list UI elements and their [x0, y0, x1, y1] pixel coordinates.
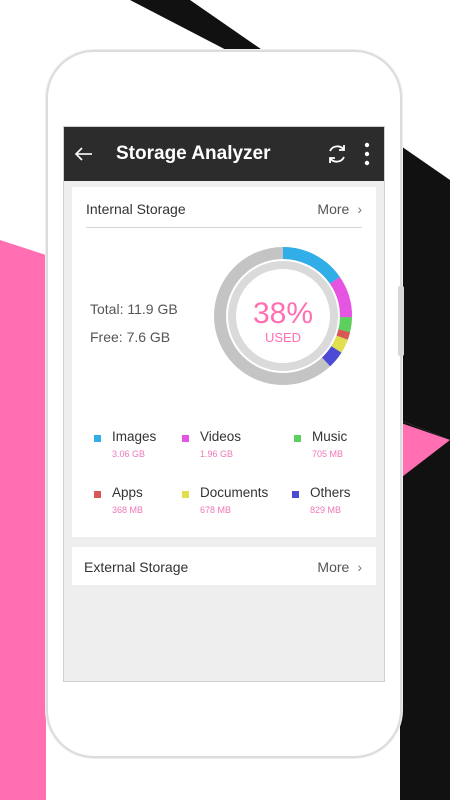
- pink-shape-left: [0, 240, 46, 800]
- phone-side-button: [398, 286, 404, 356]
- refresh-icon[interactable]: [324, 141, 350, 167]
- back-arrow-icon[interactable]: [72, 142, 96, 166]
- videos-color-marker: [182, 435, 189, 442]
- free-storage: Free: 7.6 GB: [90, 329, 171, 345]
- apps-color-marker: [94, 491, 101, 498]
- donut-segment-documents: [331, 335, 348, 353]
- donut-segment-others: [321, 346, 342, 367]
- black-stripe-right: [400, 420, 450, 800]
- internal-storage-card: Internal Storage More › Total: 11.9 GB Fr…: [72, 187, 376, 537]
- external-storage-title: External Storage: [84, 559, 189, 575]
- donut-segment-music: [338, 316, 352, 333]
- toolbar: Storage Analyzer: [64, 127, 384, 181]
- legend-size: 678 MB: [200, 505, 232, 515]
- chevron-right-icon: ›: [357, 559, 362, 575]
- others-color-marker: [292, 491, 299, 498]
- legend-label: Music: [312, 429, 348, 444]
- internal-storage-title: Internal Storage: [86, 201, 186, 217]
- legend-label: Images: [112, 429, 157, 444]
- internal-more-button[interactable]: More ›: [317, 201, 362, 217]
- internal-more-label: More: [317, 201, 350, 217]
- external-storage-card[interactable]: External Storage More ›: [72, 547, 376, 585]
- documents-color-marker: [182, 491, 189, 498]
- used-percent: 38%: [253, 297, 313, 330]
- legend-size: 368 MB: [112, 505, 144, 515]
- usage-donut-chart: 38% USED: [214, 247, 352, 385]
- external-more-button[interactable]: More ›: [317, 559, 362, 575]
- more-vertical-icon[interactable]: [360, 141, 374, 167]
- external-more-label: More: [317, 559, 350, 575]
- legend-size: 829 MB: [310, 505, 342, 515]
- legend-size: 1.96 GB: [200, 449, 234, 459]
- chevron-right-icon: ›: [357, 201, 362, 217]
- legend-size: 3.06 GB: [112, 449, 146, 459]
- divider: [86, 227, 362, 228]
- legend-label: Videos: [200, 429, 242, 444]
- storage-totals: Total: 11.9 GB Free: 7.6 GB: [90, 295, 178, 351]
- app-title: Storage Analyzer: [116, 143, 271, 164]
- legend-label: Documents: [200, 485, 269, 500]
- donut-segment-apps: [336, 329, 351, 340]
- legend-size: 705 MB: [312, 449, 344, 459]
- app-screen: Storage Analyzer Internal Storage More › …: [63, 126, 385, 682]
- used-label: USED: [265, 330, 301, 345]
- images-color-marker: [94, 435, 101, 442]
- legend-label: Others: [310, 485, 351, 500]
- music-color-marker: [294, 435, 301, 442]
- legend-label: Apps: [112, 485, 143, 500]
- total-storage: Total: 11.9 GB: [90, 301, 178, 317]
